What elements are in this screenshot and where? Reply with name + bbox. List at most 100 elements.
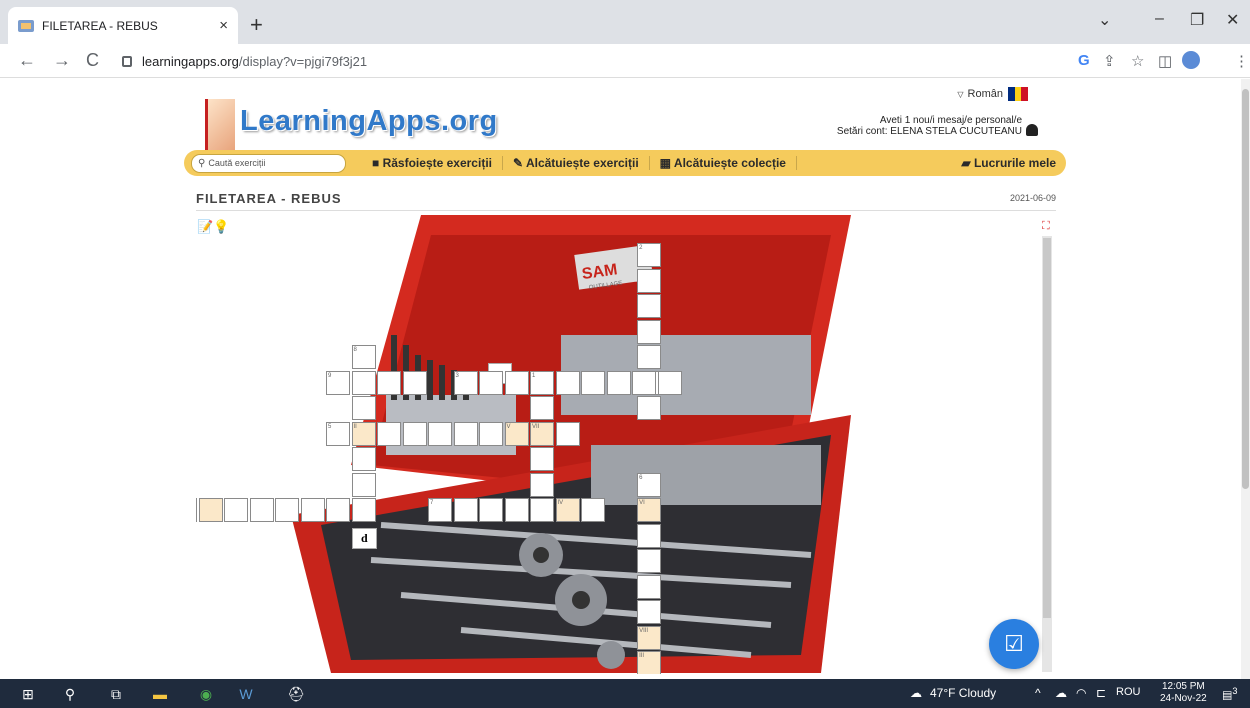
crossword-cell[interactable]: III bbox=[637, 651, 662, 674]
page-scrollbar[interactable] bbox=[1241, 79, 1250, 679]
crossword-cell[interactable] bbox=[581, 370, 605, 395]
reload-button[interactable]: C bbox=[86, 50, 99, 71]
crossword-cell[interactable] bbox=[402, 370, 427, 395]
new-tab-button[interactable]: + bbox=[250, 12, 263, 38]
crossword-cell[interactable] bbox=[637, 600, 662, 624]
nav-create[interactable]: ✎ Alcătuiește exerciții bbox=[503, 156, 650, 170]
crossword-cell[interactable] bbox=[453, 421, 478, 446]
crossword-cell[interactable] bbox=[479, 370, 503, 395]
network-icon[interactable]: ⊏ bbox=[1096, 686, 1106, 700]
minimize-button[interactable]: – bbox=[1155, 10, 1164, 28]
hint-icons[interactable]: 📝💡 bbox=[197, 219, 229, 235]
crossword-cell[interactable] bbox=[637, 294, 662, 318]
crossword-cell[interactable] bbox=[555, 370, 580, 395]
crossword-cell[interactable] bbox=[555, 421, 580, 446]
menu-kebab-icon[interactable]: ⋮ bbox=[1234, 52, 1249, 70]
crossword-cell[interactable]: 3 bbox=[453, 370, 478, 395]
nav-browse[interactable]: ■ Răsfoiește exerciții bbox=[362, 156, 503, 170]
task-view-icon[interactable]: ⧉ bbox=[106, 684, 126, 704]
crossword-cell[interactable]: 8 bbox=[351, 345, 376, 369]
chrome-icon[interactable]: ◉ bbox=[196, 684, 216, 704]
crossword-cell[interactable] bbox=[657, 370, 682, 395]
language-selector[interactable]: ▽ Român bbox=[957, 87, 1029, 101]
crossword-cell[interactable] bbox=[428, 421, 452, 446]
windows-start-icon[interactable]: ⊞ bbox=[18, 684, 38, 704]
notifications-icon[interactable]: ▤3 bbox=[1222, 686, 1238, 702]
crossword-cell[interactable] bbox=[224, 498, 248, 522]
onedrive-icon[interactable]: ☁ bbox=[1055, 686, 1067, 700]
crossword-cell[interactable] bbox=[632, 370, 656, 395]
crossword-cell[interactable] bbox=[402, 421, 427, 446]
crossword-cell[interactable] bbox=[530, 498, 554, 522]
check-answers-button[interactable]: ☑ bbox=[989, 619, 1039, 669]
crossword-cell[interactable]: VII bbox=[530, 421, 554, 446]
tab-close-icon[interactable]: × bbox=[219, 17, 228, 34]
weather-icon[interactable]: ☁ bbox=[910, 686, 922, 700]
crossword-cell[interactable] bbox=[453, 498, 478, 522]
share-icon[interactable]: ⇪ bbox=[1103, 52, 1116, 70]
crossword-cell[interactable]: 9 bbox=[326, 370, 350, 395]
crossword-cell[interactable] bbox=[637, 396, 662, 420]
url-field[interactable]: learningapps.org/display?v=pjgi79f3j21 bbox=[114, 48, 1069, 74]
stage-scrollbar[interactable] bbox=[1042, 236, 1052, 672]
clock[interactable]: 12:05 PM 24-Nov-22 bbox=[1160, 681, 1207, 705]
nav-collection[interactable]: ▦ Alcătuiește colecție bbox=[650, 156, 797, 170]
crossword-cell[interactable] bbox=[377, 370, 401, 395]
weather-text[interactable]: 47°F Cloudy bbox=[930, 686, 996, 700]
crossword-cell[interactable] bbox=[275, 498, 299, 522]
search-input[interactable]: ⚲ Caută exerciții bbox=[191, 153, 346, 173]
crossword-cell[interactable]: IV bbox=[555, 498, 580, 522]
crossword-cell[interactable] bbox=[530, 396, 554, 420]
crossword-cell[interactable] bbox=[351, 447, 376, 471]
profile-avatar[interactable] bbox=[1182, 51, 1200, 69]
back-button[interactable]: ← bbox=[18, 50, 36, 71]
crossword-cell[interactable]: 5 bbox=[326, 421, 350, 446]
user-icon[interactable] bbox=[1026, 124, 1038, 136]
crossword-cell[interactable] bbox=[637, 268, 662, 293]
account-settings[interactable]: Setări cont: ELENA STELA CUCUTEANU bbox=[837, 126, 1022, 137]
crossword-cell[interactable] bbox=[637, 345, 662, 369]
crossword-cell[interactable]: 2 bbox=[637, 243, 662, 267]
tab-search-icon[interactable]: ⌄ bbox=[1098, 10, 1111, 30]
crossword-cell[interactable] bbox=[637, 523, 662, 548]
crossword-cell[interactable] bbox=[249, 498, 274, 522]
crossword-cell[interactable] bbox=[479, 498, 503, 522]
crossword-cell[interactable] bbox=[351, 370, 376, 395]
crossword-cell[interactable] bbox=[530, 472, 554, 497]
crossword-cell[interactable] bbox=[351, 498, 376, 522]
crossword-cell[interactable] bbox=[300, 498, 325, 522]
file-explorer-icon[interactable]: ▬ bbox=[150, 684, 170, 704]
page-scroll-thumb[interactable] bbox=[1242, 89, 1249, 489]
bookmark-star-icon[interactable]: ☆ bbox=[1131, 52, 1144, 70]
language-indicator[interactable]: ROU bbox=[1116, 686, 1140, 698]
lightbulb-icon[interactable]: 💡 bbox=[213, 219, 229, 234]
crossword-cell[interactable]: 7 bbox=[428, 498, 452, 522]
crossword-cell[interactable]: 1 bbox=[530, 370, 554, 395]
crossword-cell[interactable] bbox=[326, 498, 350, 522]
crossword-cell[interactable]: 6 bbox=[637, 472, 662, 497]
maximize-button[interactable]: ❐ bbox=[1190, 10, 1204, 30]
crossword-cell[interactable] bbox=[637, 574, 662, 599]
crossword-cell[interactable] bbox=[530, 447, 554, 471]
crossword-cell[interactable]: II bbox=[351, 421, 376, 446]
forward-button[interactable]: → bbox=[53, 50, 71, 71]
crossword-cell[interactable] bbox=[637, 549, 662, 573]
crossword-cell[interactable] bbox=[198, 498, 223, 522]
sidepanel-icon[interactable]: ◫ bbox=[1158, 52, 1172, 70]
google-icon[interactable]: G bbox=[1078, 52, 1090, 69]
tray-chevron-icon[interactable]: ^ bbox=[1035, 686, 1041, 700]
browser-tab[interactable]: FILETAREA - REBUS × bbox=[8, 7, 238, 44]
messages-link[interactable]: Aveti 1 nou/i mesaj/e personal/e bbox=[880, 115, 1022, 126]
crossword-cell[interactable] bbox=[351, 396, 376, 420]
app-icon[interactable]: ⛑ bbox=[286, 684, 306, 704]
edit-icon[interactable]: 📝 bbox=[197, 219, 213, 234]
fullscreen-icon[interactable]: ⛶ bbox=[1042, 220, 1050, 233]
crossword-cell[interactable]: VIII bbox=[637, 625, 662, 650]
crossword-cell[interactable] bbox=[351, 472, 376, 497]
site-logo[interactable]: LearningApps.org bbox=[205, 87, 497, 153]
crossword-cell[interactable] bbox=[377, 421, 401, 446]
crossword-cell[interactable] bbox=[479, 421, 503, 446]
crossword-cell[interactable]: VI bbox=[637, 498, 662, 522]
stage-scroll-thumb[interactable] bbox=[1043, 238, 1051, 618]
wifi-icon[interactable]: ◠ bbox=[1076, 686, 1086, 700]
